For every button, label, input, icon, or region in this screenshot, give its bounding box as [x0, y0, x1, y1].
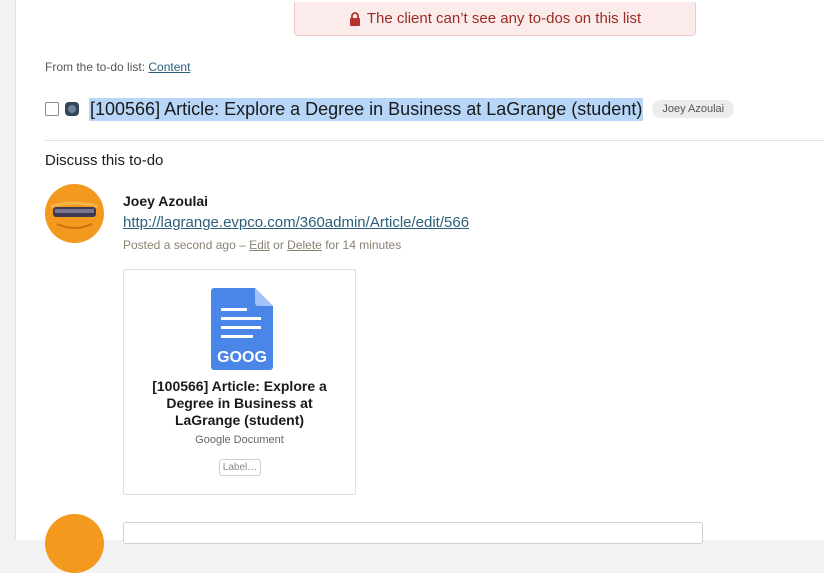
- google-doc-icon: GOOG: [211, 288, 273, 370]
- lock-icon: [349, 11, 360, 26]
- comment-indicator-icon[interactable]: [65, 102, 79, 116]
- todo-list-link[interactable]: Content: [148, 60, 190, 74]
- todo-item: [100566] Article: Explore a Degree in Bu…: [45, 96, 735, 122]
- divider: [45, 140, 824, 141]
- attachment-title[interactable]: [100566] Article: Explore a Degree in Bu…: [134, 378, 345, 429]
- posted-time: Posted a second ago –: [123, 238, 246, 252]
- attachment-type: Google Document: [195, 434, 284, 446]
- current-user-avatar: [45, 514, 104, 573]
- comment-link[interactable]: http://lagrange.evpco.com/360admin/Artic…: [123, 214, 469, 231]
- edit-window-text: for 14 minutes: [325, 238, 402, 252]
- todo-checkbox[interactable]: [45, 102, 59, 116]
- assignee-badge[interactable]: Joey Azoulai: [652, 100, 735, 118]
- client-visibility-banner: The client can’t see any to-dos on this …: [294, 2, 696, 36]
- delete-link[interactable]: Delete: [287, 238, 322, 252]
- breadcrumb: From the to-do list: Content: [45, 60, 190, 74]
- comment-input[interactable]: [123, 522, 703, 544]
- attachment-card[interactable]: GOOG [100566] Article: Explore a Degree …: [123, 269, 356, 495]
- todo-title[interactable]: [100566] Article: Explore a Degree in Bu…: [89, 97, 644, 121]
- breadcrumb-prefix: From the to-do list:: [45, 60, 146, 74]
- comment-meta: Posted a second ago – Edit or Delete for…: [123, 238, 401, 252]
- doc-icon-label: GOOG: [217, 349, 267, 366]
- edit-link[interactable]: Edit: [249, 238, 270, 252]
- label-button[interactable]: Label…: [219, 459, 261, 476]
- avatar: [45, 184, 104, 243]
- or-text: or: [273, 238, 284, 252]
- banner-text: The client can’t see any to-dos on this …: [366, 10, 642, 27]
- comment-author[interactable]: Joey Azoulai: [123, 193, 208, 209]
- discussion-heading: Discuss this to-do: [45, 152, 164, 169]
